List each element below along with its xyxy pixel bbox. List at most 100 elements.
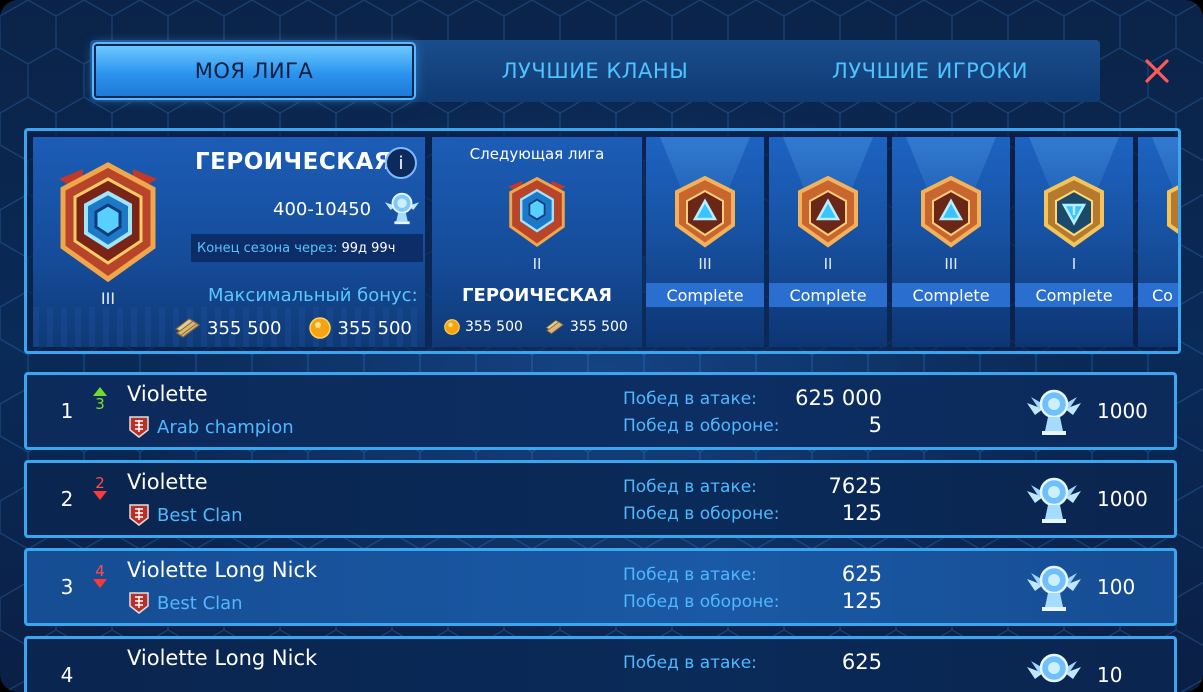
tier-card[interactable]: II Complete bbox=[769, 137, 887, 347]
tab-my-league[interactable]: МОЯ ЛИГА bbox=[94, 44, 414, 98]
tier-badge-icon bbox=[1167, 185, 1178, 234]
leaderboard-row[interactable]: 3 4 Violette Long Nick Best Clan Побед в… bbox=[24, 548, 1177, 626]
defense-wins-value: 5 bbox=[868, 413, 882, 437]
current-tier: III bbox=[100, 289, 116, 308]
tier-card[interactable]: III Complete bbox=[892, 137, 1010, 347]
tier-status: Complete bbox=[769, 283, 887, 307]
trophy-points: 10 bbox=[1097, 663, 1123, 687]
rank-change: 2 bbox=[89, 475, 111, 500]
rank-change: 4 bbox=[89, 563, 111, 588]
tier-card[interactable]: I Complete bbox=[1015, 137, 1133, 347]
tier-card[interactable]: III Complete bbox=[646, 137, 764, 347]
tier-status: Complete bbox=[892, 283, 1010, 307]
clan-emblem-icon bbox=[129, 592, 149, 614]
current-league-card: III ГЕРОИЧЕСКАЯ i 400-10450 Конец сезона… bbox=[33, 137, 425, 347]
tier-badge-icon bbox=[798, 175, 858, 248]
next-league-name: ГЕРОИЧЕСКАЯ bbox=[462, 285, 612, 306]
bonus-wood: 355 500 bbox=[207, 317, 282, 339]
league-badge-icon bbox=[59, 162, 157, 283]
trophy-icon bbox=[1027, 477, 1081, 523]
trophy-icon bbox=[1027, 565, 1081, 611]
wood-resource-icon bbox=[175, 318, 201, 338]
league-panel: III ГЕРОИЧЕСКАЯ i 400-10450 Конец сезона… bbox=[24, 128, 1181, 354]
trophy-icon bbox=[384, 192, 420, 225]
leaderboard-row[interactable]: 2 2 Violette Best Clan Побед в атаке: По… bbox=[24, 460, 1177, 538]
attack-wins-label: Побед в атаке: bbox=[623, 477, 757, 497]
defense-wins-label: Побед в обороне: bbox=[623, 592, 780, 612]
tier-status: Complete bbox=[1015, 283, 1133, 307]
season-timer: Конец сезона через: 99д 99ч bbox=[191, 234, 423, 262]
tab-best-players[interactable]: ЛУЧШИЕ ИГРОКИ bbox=[780, 40, 1080, 102]
attack-wins-value: 7625 bbox=[828, 474, 882, 498]
league-name: ГЕРОИЧЕСКАЯ bbox=[195, 149, 393, 175]
next-league-tier: II bbox=[532, 255, 542, 273]
arrow-down-icon bbox=[93, 579, 107, 588]
defense-wins-value: 125 bbox=[841, 501, 882, 525]
leaderboard-row[interactable]: 1 3 Violette Arab champion Побед в атаке… bbox=[24, 372, 1177, 450]
player-name: Violette bbox=[127, 470, 208, 494]
arrow-down-icon bbox=[93, 491, 107, 500]
close-icon bbox=[1145, 59, 1169, 83]
gold-coin-icon bbox=[444, 319, 460, 335]
player-name: Violette Long Nick bbox=[127, 646, 318, 670]
trophy-points: 1000 bbox=[1097, 487, 1148, 511]
wood-resource-icon bbox=[545, 320, 564, 335]
tier-label: III bbox=[698, 255, 712, 273]
tier-badge-icon bbox=[921, 175, 981, 248]
player-name: Violette Long Nick bbox=[127, 558, 318, 582]
defense-wins-label: Побед в обороне: bbox=[623, 504, 780, 524]
clan-emblem-icon bbox=[129, 416, 149, 438]
tab-best-clans[interactable]: ЛУЧШИЕ КЛАНЫ bbox=[450, 40, 740, 102]
tier-status: Complete bbox=[646, 283, 764, 307]
next-league-rewards: 355 500 355 500 bbox=[444, 319, 628, 335]
clan-name[interactable]: Best Clan bbox=[157, 593, 243, 614]
attack-wins-value: 625 bbox=[841, 562, 882, 586]
trophy-points: 1000 bbox=[1097, 399, 1148, 423]
clan-name[interactable]: Best Clan bbox=[157, 505, 243, 526]
next-league-card[interactable]: Следующая лига II ГЕРОИЧЕСКАЯ 355 500 35… bbox=[432, 137, 642, 347]
league-screen: МОЯ ЛИГА ЛУЧШИЕ КЛАНЫ ЛУЧШИЕ ИГРОКИ III … bbox=[0, 0, 1203, 692]
rank-change-value: 4 bbox=[95, 562, 105, 580]
rank-change: 3 bbox=[89, 387, 111, 412]
max-bonus-row: 355 500 355 500 bbox=[175, 317, 412, 339]
league-badge-icon bbox=[508, 176, 566, 247]
defense-wins-value: 125 bbox=[841, 589, 882, 613]
next-league-title: Следующая лига bbox=[469, 145, 605, 163]
defense-wins-label: Побед в обороне: bbox=[623, 416, 780, 436]
trophy-points: 100 bbox=[1097, 575, 1136, 599]
gold-coin-icon bbox=[309, 317, 332, 339]
clan-name[interactable]: Arab champion bbox=[157, 417, 294, 438]
attack-wins-label: Побед в атаке: bbox=[623, 565, 757, 585]
rank-number: 1 bbox=[60, 399, 74, 423]
tier-label: II bbox=[823, 255, 833, 273]
next-reward-gold: 355 500 bbox=[465, 319, 523, 335]
player-name: Violette bbox=[127, 382, 208, 406]
tier-status: Co bbox=[1138, 283, 1178, 307]
tier-label: III bbox=[944, 255, 958, 273]
tab-bar: МОЯ ЛИГА ЛУЧШИЕ КЛАНЫ ЛУЧШИЕ ИГРОКИ bbox=[90, 40, 1100, 102]
max-bonus-label: Максимальный бонус: bbox=[208, 285, 418, 306]
rank-change-value: 2 bbox=[95, 474, 105, 492]
trophy-icon bbox=[1027, 653, 1081, 683]
trophy-range: 400-10450 bbox=[273, 199, 372, 220]
attack-wins-value: 625 bbox=[841, 650, 882, 674]
next-reward-wood: 355 500 bbox=[569, 319, 628, 335]
attack-wins-label: Побед в атаке: bbox=[623, 389, 757, 409]
bonus-gold: 355 500 bbox=[337, 317, 412, 339]
clan-emblem-icon bbox=[129, 504, 149, 526]
tier-label: I bbox=[1071, 255, 1077, 273]
rank-change-value: 3 bbox=[95, 395, 105, 413]
info-button[interactable]: i bbox=[385, 147, 417, 179]
close-button[interactable] bbox=[1138, 55, 1176, 87]
tier-card[interactable]: Co bbox=[1138, 137, 1178, 347]
season-label: Конец сезона через: bbox=[197, 240, 338, 256]
tier-badge-icon bbox=[675, 175, 735, 248]
tier-badge-icon bbox=[1044, 175, 1104, 248]
season-value: 99д 99ч bbox=[341, 240, 396, 256]
rank-number: 2 bbox=[60, 487, 74, 511]
trophy-icon bbox=[1027, 389, 1081, 435]
attack-wins-label: Побед в атаке: bbox=[623, 653, 757, 673]
rank-number: 3 bbox=[60, 575, 74, 599]
leaderboard-row[interactable]: 4 Violette Long Nick Побед в атаке: 625 … bbox=[24, 636, 1177, 692]
attack-wins-value: 625 000 bbox=[795, 386, 882, 410]
